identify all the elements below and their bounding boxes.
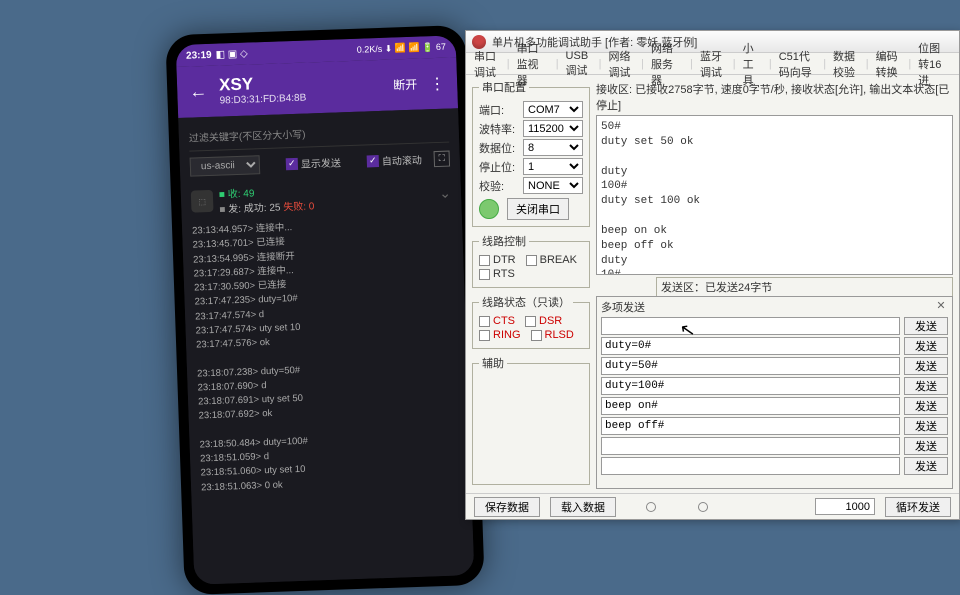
send-input[interactable]	[601, 357, 900, 375]
send-input[interactable]	[601, 457, 900, 475]
pc-window: 单片机多功能调试助手 [作者: 零妖.蓝牙例] 串口调试|串口监视器|USB调试…	[465, 30, 960, 520]
phone-body: 过滤关键字(不区分大小写) us-ascii ✓显示发送 ✓自动滚动 ⛶ ⬚ ■…	[178, 108, 474, 584]
main-area: 串口配置 端口:COM7 波特率:115200 数据位:8 停止位:1 校验:N…	[466, 75, 959, 493]
send-input[interactable]	[601, 397, 900, 415]
send-button[interactable]: 发送	[904, 377, 948, 395]
more-icon[interactable]: ⋮	[429, 73, 446, 94]
send-row: 发送	[601, 457, 948, 475]
phone-device: 23:19 ◧ ▣ ◇ 0.2K/s ⬇ 📶 📶 🔋 67 ← XSY 98:D…	[165, 25, 484, 595]
loop-send-button[interactable]: 循环发送	[885, 497, 951, 517]
chevron-down-icon[interactable]: ⌄	[439, 184, 451, 201]
send-input[interactable]	[601, 317, 900, 335]
cts-indicator: CTS	[479, 315, 515, 327]
fullscreen-icon[interactable]: ⛶	[434, 150, 451, 167]
port-select[interactable]: COM7	[523, 101, 583, 118]
send-button[interactable]: 发送	[904, 357, 948, 375]
toolbar: 串口调试|串口监视器|USB调试|网络调试|网络服务器|蓝牙调试|小工具|C51…	[466, 53, 959, 75]
send-row: 发送	[601, 377, 948, 395]
send-input[interactable]	[601, 437, 900, 455]
stats-text: ■ 收: 49 ■ 发: 成功: 25 失败: 0	[219, 182, 315, 215]
port-config-legend: 串口配置	[479, 79, 529, 95]
port-status-led-icon	[479, 199, 499, 219]
parity-select[interactable]: NONE	[523, 177, 583, 194]
close-icon[interactable]: ✕	[934, 299, 948, 315]
send-button[interactable]: 发送	[904, 457, 948, 475]
databits-select[interactable]: 8	[523, 139, 583, 156]
status-time: 23:19	[186, 49, 212, 61]
radio-2[interactable]	[698, 501, 710, 513]
save-data-button[interactable]: 保存数据	[474, 497, 540, 517]
send-button[interactable]: 发送	[904, 337, 948, 355]
send-row: 发送	[601, 337, 948, 355]
send-input[interactable]	[601, 377, 900, 395]
send-button[interactable]: 发送	[904, 397, 948, 415]
tx-count: 发: 成功: 25	[228, 202, 281, 215]
multi-send-panel: 多项发送 ✕ 发送发送发送发送发送发送发送发送	[596, 296, 953, 489]
send-button[interactable]: 发送	[904, 317, 948, 335]
fail-count: 失败: 0	[283, 201, 314, 213]
rx-textarea[interactable]: 50# duty set 50 ok duty 100# duty set 10…	[596, 115, 953, 275]
flow-control-group: 线路控制 DTR BREAK RTS	[472, 233, 590, 288]
title-block: XSY 98:D3:31:FD:B4:8B	[219, 69, 394, 106]
right-panel: 接收区: 已接收2758字节, 速度0字节/秒, 接收状态[允许], 输出文本状…	[596, 75, 959, 493]
send-row: 发送	[601, 397, 948, 415]
line-status-group: 线路状态（只读） CTS DSR RING RLSD	[472, 294, 590, 349]
show-send-checkbox[interactable]: ✓显示发送	[286, 154, 341, 171]
baud-select[interactable]: 115200	[523, 120, 583, 137]
close-port-button[interactable]: 关闭串口	[507, 198, 569, 220]
tx-header: 发送区：已发送24字节	[656, 277, 953, 296]
app-badge-icon: ⬚	[191, 190, 214, 213]
send-row: 发送	[601, 417, 948, 435]
status-right-icons: 0.2K/s ⬇ 📶 📶 🔋 67	[357, 41, 447, 55]
help-group: 辅助	[472, 355, 590, 485]
send-button[interactable]: 发送	[904, 417, 948, 435]
port-config-group: 串口配置 端口:COM7 波特率:115200 数据位:8 停止位:1 校验:N…	[472, 79, 590, 227]
dsr-indicator: DSR	[525, 315, 562, 327]
send-input[interactable]	[601, 417, 900, 435]
ring-indicator: RING	[479, 329, 521, 341]
send-button[interactable]: 发送	[904, 437, 948, 455]
stopbits-select[interactable]: 1	[523, 158, 583, 175]
interval-input[interactable]	[815, 498, 875, 515]
bottom-bar: 保存数据 载入数据 循环发送	[466, 493, 959, 519]
send-row: 发送	[601, 357, 948, 375]
dtr-checkbox[interactable]: DTR	[479, 254, 516, 266]
rts-checkbox[interactable]: RTS	[479, 268, 583, 280]
phone-screen: 23:19 ◧ ▣ ◇ 0.2K/s ⬇ 📶 📶 🔋 67 ← XSY 98:D…	[176, 35, 475, 584]
rx-count: 收: 49	[228, 188, 255, 200]
rlsd-indicator: RLSD	[531, 329, 574, 341]
send-row: 发送	[601, 437, 948, 455]
rx-header: 接收区: 已接收2758字节, 速度0字节/秒, 接收状态[允许], 输出文本状…	[596, 79, 953, 115]
auto-scroll-checkbox[interactable]: ✓自动滚动	[367, 152, 422, 169]
multi-send-title: 多项发送	[601, 299, 934, 315]
encoding-select[interactable]: us-ascii	[190, 155, 261, 176]
send-input[interactable]	[601, 337, 900, 355]
status-notif-icons: ◧ ▣ ◇	[215, 48, 248, 60]
send-row: 发送	[601, 317, 948, 335]
disconnect-button[interactable]: 断开	[393, 76, 418, 94]
load-data-button[interactable]: 载入数据	[550, 497, 616, 517]
log-area[interactable]: 23:13:44.957> 连接中...23:13:45.701> 已连接23:…	[192, 216, 461, 496]
break-checkbox[interactable]: BREAK	[526, 254, 577, 266]
back-icon[interactable]: ←	[189, 81, 208, 103]
left-panel: 串口配置 端口:COM7 波特率:115200 数据位:8 停止位:1 校验:N…	[466, 75, 596, 493]
radio-1[interactable]	[646, 501, 658, 513]
